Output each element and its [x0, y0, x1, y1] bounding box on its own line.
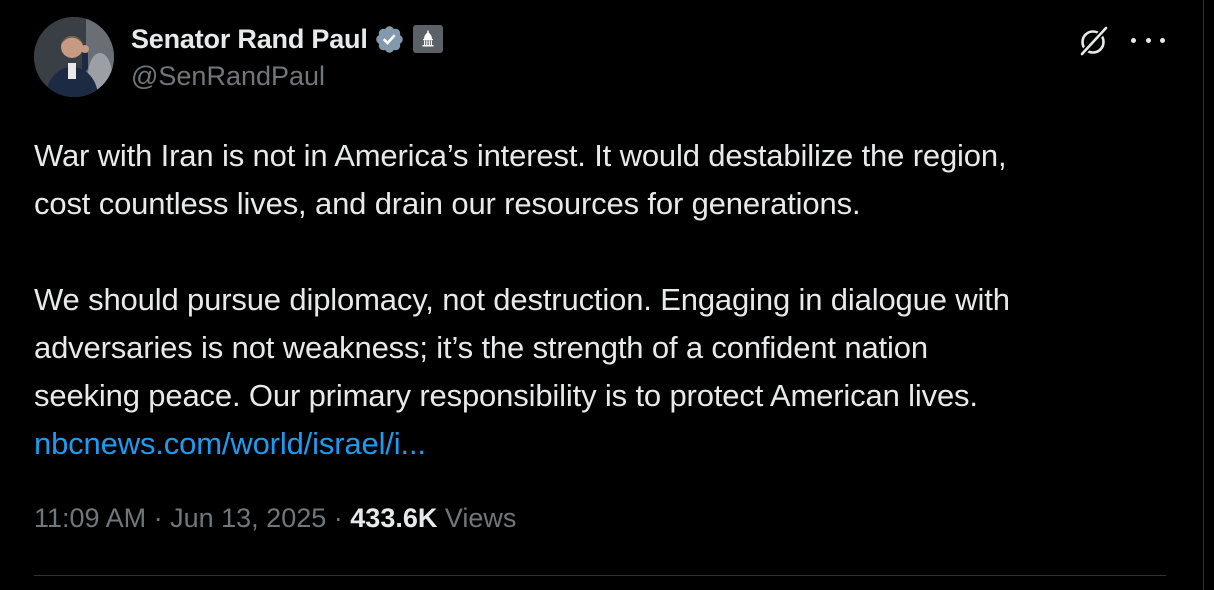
more-options-icon[interactable]	[1131, 33, 1165, 47]
post-line: adversaries is not weakness; it’s the st…	[34, 330, 928, 365]
post-link[interactable]: nbcnews.com/world/israel/i...	[34, 426, 426, 461]
grok-icon[interactable]	[1077, 24, 1111, 58]
views-label[interactable]: Views	[445, 503, 517, 533]
author-display-name[interactable]: Senator Rand Paul	[131, 24, 368, 55]
government-building-icon[interactable]	[412, 25, 443, 53]
post-card: Senator Rand Paul @SenRandPaul War with …	[0, 0, 1203, 590]
author-handle[interactable]: @SenRandPaul	[131, 61, 325, 92]
post-line: War with Iran is not in America’s intere…	[34, 138, 1007, 173]
post-meta: 11:09 AM · Jun 13, 2025 · 433.6K Views	[34, 503, 516, 534]
post-paragraph: War with Iran is not in America’s intere…	[34, 132, 1194, 228]
author-avatar[interactable]	[34, 17, 114, 97]
post-line: We should pursue diplomacy, not destruct…	[34, 282, 1010, 317]
post-date[interactable]: Jun 13, 2025	[170, 503, 326, 533]
author-name-row: Senator Rand Paul	[131, 22, 443, 56]
post-text: War with Iran is not in America’s intere…	[34, 132, 1194, 468]
meta-separator: ·	[153, 503, 163, 533]
verified-badge-icon[interactable]	[374, 24, 405, 55]
post-paragraph: We should pursue diplomacy, not destruct…	[34, 276, 1194, 468]
post-line: seeking peace. Our primary responsibilit…	[34, 378, 978, 413]
post-time[interactable]: 11:09 AM	[34, 503, 146, 533]
column-border	[1203, 0, 1214, 590]
post-line: cost countless lives, and drain our reso…	[34, 186, 861, 221]
views-count[interactable]: 433.6K	[350, 503, 437, 533]
meta-separator: ·	[333, 503, 343, 533]
divider	[34, 575, 1166, 576]
